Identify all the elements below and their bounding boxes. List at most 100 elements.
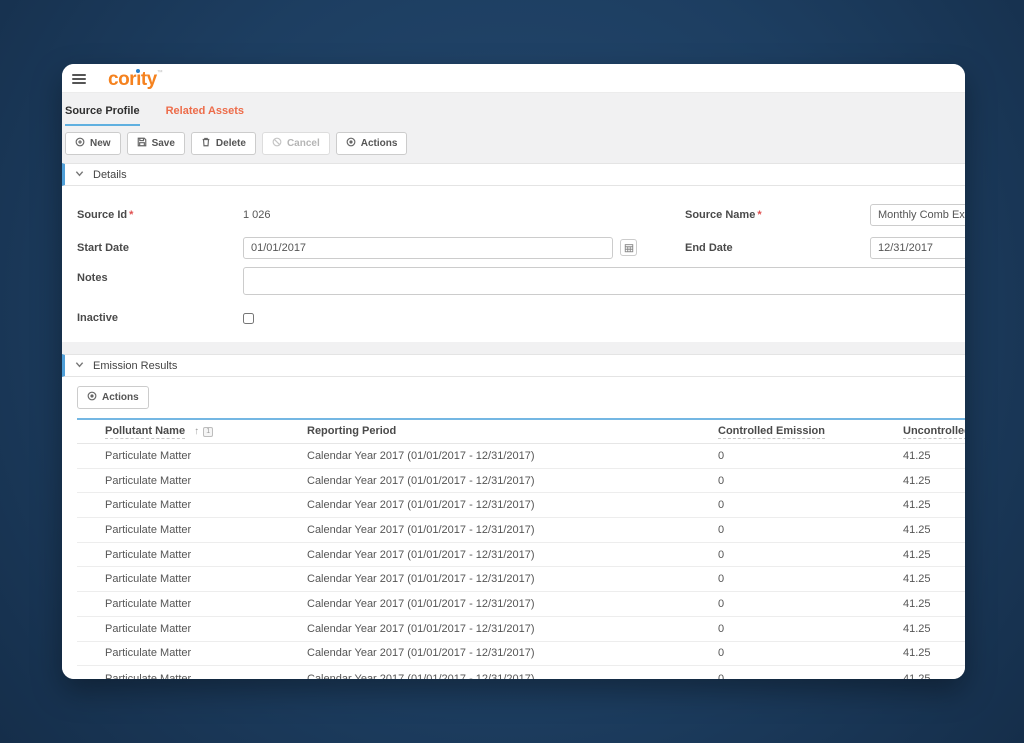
emission-actions-button[interactable]: Actions (77, 386, 149, 409)
calendar-icon[interactable] (620, 239, 637, 256)
cell-controlled-emission: 0 (718, 499, 725, 512)
table-row[interactable]: Particulate Matter Calendar Year 2017 (0… (77, 592, 965, 617)
new-button[interactable]: New (65, 132, 121, 155)
column-header-reporting-period[interactable]: Reporting Period (307, 425, 718, 437)
cell-uncontrolled-emission: 41.25 (903, 647, 931, 660)
tab-bar: Source Profile Related Assets (62, 93, 965, 126)
cell-reporting-period: Calendar Year 2017 (01/01/2017 - 12/31/2… (307, 597, 535, 610)
cell-uncontrolled-emission: 41.25 (903, 523, 931, 536)
save-icon (137, 137, 147, 150)
cell-reporting-period: Calendar Year 2017 (01/01/2017 - 12/31/2… (307, 523, 535, 536)
app-header: corı ty™ (62, 64, 965, 92)
cell-pollutant-name: Particulate Matter (105, 449, 192, 462)
chevron-down-icon (75, 360, 84, 372)
table-row[interactable]: Particulate Matter Calendar Year 2017 (0… (77, 543, 965, 568)
toolbar: New Save Delete Cancel Actions (62, 126, 965, 155)
save-button[interactable]: Save (126, 132, 185, 155)
source-name-input[interactable] (870, 203, 965, 226)
source-name-label: Source Name * (685, 208, 762, 221)
emission-table-header: Pollutant Name ↑ 1 Reporting Period Cont… (77, 420, 965, 444)
column-header-controlled-emission[interactable]: Controlled Emission (718, 425, 903, 439)
emission-table-body: Particulate Matter Calendar Year 2017 (0… (77, 444, 965, 679)
column-header-pollutant-name[interactable]: Pollutant Name ↑ 1 (77, 425, 307, 439)
cancel-button[interactable]: Cancel (261, 132, 330, 155)
cell-controlled-emission: 0 (718, 474, 725, 487)
cell-reporting-period: Calendar Year 2017 (01/01/2017 - 12/31/2… (307, 548, 535, 561)
cell-pollutant-name: Particulate Matter (105, 499, 192, 512)
tab-source-profile[interactable]: Source Profile (65, 103, 140, 126)
notes-textarea[interactable] (243, 267, 965, 295)
delete-button[interactable]: Delete (190, 132, 256, 155)
emission-results-body: Actions Pollutant Name ↑ 1 Reporting Per… (62, 377, 965, 679)
column-header-uncontrolled-emission[interactable]: Uncontrolled Emission (903, 425, 965, 439)
details-section-title: Details (93, 168, 127, 181)
cell-pollutant-name: Particulate Matter (105, 672, 192, 679)
app-window: corı ty™ Source Profile Related Assets Ne… (62, 64, 965, 679)
tab-related-assets[interactable]: Related Assets (166, 103, 244, 126)
cell-pollutant-name: Particulate Matter (105, 622, 192, 635)
table-row[interactable]: Particulate Matter Calendar Year 2017 (0… (77, 617, 965, 642)
cell-reporting-period: Calendar Year 2017 (01/01/2017 - 12/31/2… (307, 474, 535, 487)
cell-pollutant-name: Particulate Matter (105, 548, 192, 561)
cell-uncontrolled-emission: 41.25 (903, 474, 931, 487)
cell-controlled-emission: 0 (718, 597, 725, 610)
cell-uncontrolled-emission: 41.25 (903, 449, 931, 462)
cell-uncontrolled-emission: 41.25 (903, 573, 931, 586)
emission-table: Pollutant Name ↑ 1 Reporting Period Cont… (77, 418, 965, 679)
cell-reporting-period: Calendar Year 2017 (01/01/2017 - 12/31/2… (307, 647, 535, 660)
details-form: Source Id* 1 026 Source Name* Start Date… (62, 186, 965, 342)
emission-results-section-header[interactable]: Emission Results (62, 354, 965, 377)
table-row[interactable]: Particulate Matter Calendar Year 2017 (0… (77, 642, 965, 667)
cell-reporting-period: Calendar Year 2017 (01/01/2017 - 12/31/2… (307, 499, 535, 512)
circle-dot-icon (87, 391, 97, 404)
chevron-down-icon (75, 169, 84, 181)
inactive-checkbox[interactable] (243, 312, 254, 324)
start-date-input[interactable] (243, 236, 613, 259)
source-id-label: Source Id * (77, 208, 134, 221)
sort-order-badge: 1 (203, 426, 214, 437)
notes-label: Notes (77, 272, 108, 284)
table-row[interactable]: Particulate Matter Calendar Year 2017 (0… (77, 469, 965, 494)
sort-asc-icon: ↑ (194, 426, 200, 437)
source-id-value: 1 026 (243, 208, 271, 221)
cell-pollutant-name: Particulate Matter (105, 573, 192, 586)
cell-controlled-emission: 0 (718, 647, 725, 660)
cell-controlled-emission: 0 (718, 622, 725, 635)
tab-toolbar-strip: Source Profile Related Assets New Save D… (62, 92, 965, 163)
trash-icon (201, 137, 211, 150)
actions-button[interactable]: Actions (335, 132, 408, 155)
cell-reporting-period: Calendar Year 2017 (01/01/2017 - 12/31/2… (307, 622, 535, 635)
cell-reporting-period: Calendar Year 2017 (01/01/2017 - 12/31/2… (307, 672, 535, 679)
cority-logo: corı ty™ (108, 68, 163, 90)
start-date-label: Start Date (77, 241, 129, 254)
menu-icon[interactable] (72, 74, 86, 84)
cell-uncontrolled-emission: 41.25 (903, 672, 931, 679)
table-row[interactable]: Particulate Matter Calendar Year 2017 (0… (77, 567, 965, 593)
cell-controlled-emission: 0 (718, 573, 725, 586)
table-row[interactable]: Particulate Matter Calendar Year 2017 (0… (77, 666, 965, 679)
cell-uncontrolled-emission: 41.25 (903, 622, 931, 635)
cell-pollutant-name: Particulate Matter (105, 474, 192, 487)
cancel-icon (272, 137, 282, 150)
plus-circle-icon (75, 137, 85, 150)
table-row[interactable]: Particulate Matter Calendar Year 2017 (0… (77, 493, 965, 519)
inactive-label: Inactive (77, 312, 118, 324)
cell-pollutant-name: Particulate Matter (105, 597, 192, 610)
cell-controlled-emission: 0 (718, 449, 725, 462)
end-date-label: End Date (685, 241, 733, 254)
cell-pollutant-name: Particulate Matter (105, 523, 192, 536)
details-section-header[interactable]: Details (62, 163, 965, 186)
cell-pollutant-name: Particulate Matter (105, 647, 192, 660)
cell-controlled-emission: 0 (718, 672, 725, 679)
cell-uncontrolled-emission: 41.25 (903, 499, 931, 512)
table-row[interactable]: Particulate Matter Calendar Year 2017 (0… (77, 518, 965, 543)
circle-dot-icon (346, 137, 356, 150)
emission-results-section-title: Emission Results (93, 359, 178, 372)
section-divider (62, 342, 965, 354)
end-date-input[interactable] (870, 236, 965, 259)
cell-reporting-period: Calendar Year 2017 (01/01/2017 - 12/31/2… (307, 449, 535, 462)
cell-controlled-emission: 0 (718, 548, 725, 561)
cell-controlled-emission: 0 (718, 523, 725, 536)
cell-uncontrolled-emission: 41.25 (903, 548, 931, 561)
table-row[interactable]: Particulate Matter Calendar Year 2017 (0… (77, 444, 965, 469)
